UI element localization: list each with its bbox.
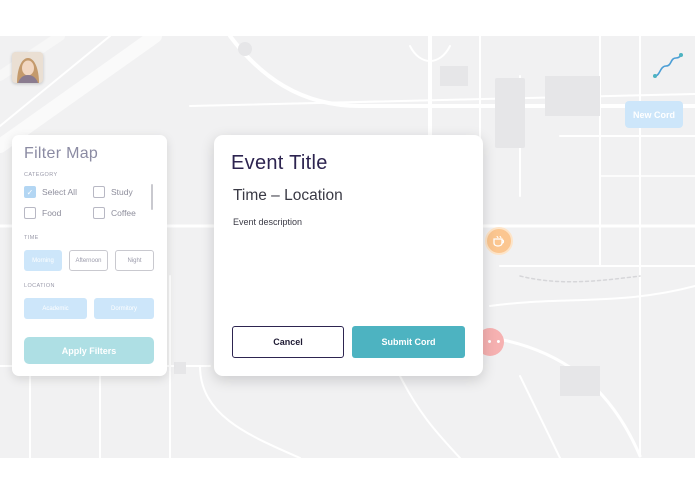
event-time-location: Time – Location [233, 187, 343, 204]
checkbox-icon[interactable] [93, 186, 105, 198]
event-description: Event description [233, 217, 303, 227]
location-academic[interactable]: Academic [24, 298, 87, 319]
time-heading: TIME [24, 235, 39, 241]
filter-title: Filter Map [24, 145, 99, 162]
location-dormitory[interactable]: Dormitory [94, 298, 154, 319]
checkbox-icon[interactable] [93, 207, 105, 219]
event-modal: Event Title Time – Location Event descri… [214, 135, 483, 376]
category-food[interactable]: Food [24, 207, 61, 219]
submit-cord-button[interactable]: Submit Cord [352, 326, 465, 358]
time-morning[interactable]: Morning [24, 250, 62, 271]
app-screen: New Cord Filter Map CATEGORY ✓ Select Al… [0, 0, 695, 494]
coffee-cup-icon [493, 235, 505, 247]
cancel-button[interactable]: Cancel [232, 326, 344, 358]
coffee-marker[interactable] [485, 227, 513, 255]
location-heading: LOCATION [24, 283, 55, 289]
route-squiggle-icon[interactable] [652, 52, 684, 80]
category-heading: CATEGORY [24, 172, 58, 178]
apply-filters-button[interactable]: Apply Filters [24, 337, 154, 364]
time-night[interactable]: Night [115, 250, 154, 271]
filter-panel: Filter Map CATEGORY ✓ Select All Study F… [12, 135, 167, 376]
category-select-all[interactable]: ✓ Select All [24, 186, 77, 198]
event-title: Event Title [231, 152, 328, 174]
category-label: Select All [42, 187, 77, 197]
category-scrollbar[interactable] [151, 184, 153, 210]
category-study[interactable]: Study [93, 186, 133, 198]
avatar-portrait-icon [12, 52, 43, 83]
category-coffee[interactable]: Coffee [93, 207, 136, 219]
time-afternoon[interactable]: Afternoon [69, 250, 108, 271]
category-label: Study [111, 187, 133, 197]
checkbox-checked-icon[interactable]: ✓ [24, 186, 36, 198]
category-label: Coffee [111, 208, 136, 218]
user-avatar[interactable] [12, 52, 43, 83]
new-cord-button[interactable]: New Cord [625, 101, 683, 128]
category-label: Food [42, 208, 62, 218]
checkbox-icon[interactable] [24, 207, 36, 219]
